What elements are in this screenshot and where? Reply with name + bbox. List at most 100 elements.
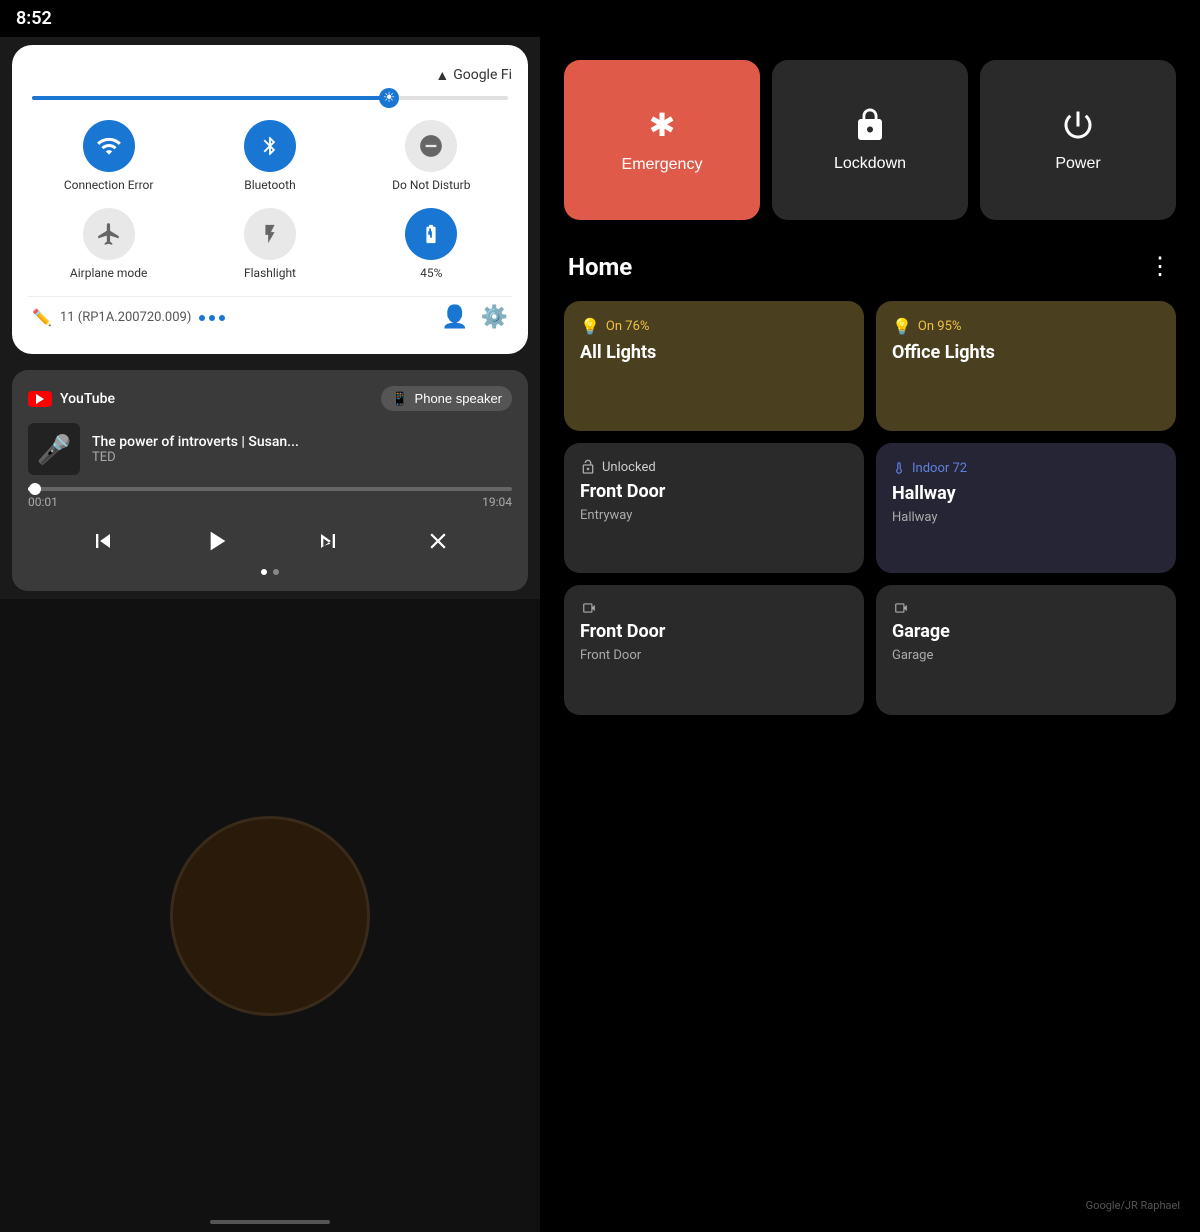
garage-cam-sub: Garage (892, 648, 1160, 663)
emergency-button[interactable]: ✱ Emergency (564, 60, 760, 220)
status-time: 8:52 (16, 8, 52, 29)
device-status-row-5 (580, 601, 848, 615)
flashlight-icon (244, 208, 296, 260)
power-label: Power (1055, 155, 1100, 173)
dot-1 (199, 315, 205, 321)
edit-icon[interactable]: ✏️ (32, 308, 52, 327)
speaker-button[interactable]: 📱 Phone speaker (381, 386, 512, 411)
time-row: 00:01 19:04 (28, 495, 512, 509)
carrier-row: Google Fi (28, 65, 512, 84)
home-title: Home (568, 253, 632, 281)
tile-wifi[interactable]: Connection Error (64, 120, 154, 192)
play-button[interactable] (200, 525, 232, 557)
brightness-fill (32, 96, 389, 100)
close-media-button[interactable] (425, 528, 451, 554)
tile-airplane-label: Airplane mode (70, 266, 147, 280)
power-icon (1060, 107, 1096, 143)
brightness-row[interactable] (28, 96, 512, 100)
more-options-button[interactable]: ⋮ (1148, 252, 1172, 281)
version-row: ✏️ 11 (RP1A.200720.009) 👤 ⚙️ (28, 296, 512, 338)
device-card-hallway-temp[interactable]: Indoor 72 Hallway Hallway (876, 443, 1176, 573)
front-door-cam-sub: Front Door (580, 648, 848, 663)
battery-icon (405, 208, 457, 260)
media-title: The power of introverts | Susan... (92, 434, 512, 450)
device-status-row-2: 💡 On 95% (892, 317, 1160, 336)
media-thumbnail: 🎤 (28, 423, 80, 475)
lockdown-button[interactable]: Lockdown (772, 60, 968, 220)
hallway-name: Hallway (892, 483, 1160, 504)
media-header: YouTube 📱 Phone speaker (28, 386, 512, 411)
dot-3 (219, 315, 225, 321)
controls-row (28, 525, 512, 557)
media-app-name: YouTube (60, 391, 115, 407)
device-card-garage-cam[interactable]: Garage Garage (876, 585, 1176, 715)
tile-bluetooth[interactable]: Bluetooth (225, 120, 315, 192)
tile-wifi-label: Connection Error (64, 178, 154, 192)
hallway-sub: Hallway (892, 510, 1160, 525)
power-button[interactable]: Power (980, 60, 1176, 220)
device-status-row: 💡 On 76% (580, 317, 848, 336)
brightness-thumb (379, 88, 399, 108)
lock-unlocked-icon (580, 459, 596, 475)
progress-track[interactable] (28, 487, 512, 491)
device-status-row-6 (892, 601, 1160, 615)
tile-bluetooth-label: Bluetooth (244, 178, 295, 192)
hallway-temp-status: Indoor 72 (912, 461, 967, 476)
device-card-all-lights[interactable]: 💡 On 76% All Lights (564, 301, 864, 431)
progress-row: 00:01 19:04 (28, 487, 512, 509)
home-section: Home ⋮ 💡 On 76% All Lights 💡 On 95% Offi… (564, 252, 1176, 1208)
media-info: The power of introverts | Susan... TED (92, 434, 512, 465)
all-lights-name: All Lights (580, 342, 848, 363)
quick-tiles-row-2: Airplane mode Flashlight 45% (28, 208, 512, 280)
youtube-icon (28, 391, 52, 407)
front-door-lock-name: Front Door (580, 481, 848, 502)
home-header: Home ⋮ (564, 252, 1176, 281)
light-icon-2: 💡 (892, 317, 912, 336)
quick-settings-panel: Google Fi Connection Error (12, 45, 528, 354)
office-lights-name: Office Lights (892, 342, 1160, 363)
left-panel: 8:52 Google Fi Connection Error (0, 0, 540, 1232)
emergency-icon: ✱ (649, 106, 676, 144)
total-time: 19:04 (482, 495, 512, 509)
all-lights-status: On 76% (606, 319, 649, 334)
tile-airplane[interactable]: Airplane mode (64, 208, 154, 280)
skip-forward-button[interactable] (314, 527, 342, 555)
media-dot-2 (273, 569, 279, 575)
tile-battery-label: 45% (420, 266, 442, 280)
tile-flashlight-label: Flashlight (244, 266, 296, 280)
lockdown-label: Lockdown (834, 155, 906, 173)
media-card: YouTube 📱 Phone speaker 🎤 The power of i… (12, 370, 528, 591)
thermometer-icon (892, 459, 906, 477)
home-indicator[interactable] (210, 1220, 330, 1224)
garage-cam-name: Garage (892, 621, 1160, 642)
media-artist: TED (92, 450, 512, 465)
dnd-icon (405, 120, 457, 172)
media-content: 🎤 The power of introverts | Susan... TED (28, 423, 512, 475)
phone-speaker-icon: 📱 (391, 390, 408, 407)
decorative-circle (170, 816, 370, 1016)
power-buttons: ✱ Emergency Lockdown Power (564, 60, 1176, 220)
media-dot-1 (261, 569, 267, 575)
skip-back-button[interactable] (89, 527, 117, 555)
media-app: YouTube (28, 391, 115, 407)
device-card-front-door-cam[interactable]: Front Door Front Door (564, 585, 864, 715)
media-page-dots (28, 569, 512, 575)
device-status-row-4: Indoor 72 (892, 459, 1160, 477)
speaker-btn-label: Phone speaker (415, 391, 502, 406)
device-card-office-lights[interactable]: 💡 On 95% Office Lights (876, 301, 1176, 431)
front-door-lock-status: Unlocked (602, 460, 656, 475)
device-status-row-3: Unlocked (580, 459, 848, 475)
device-card-front-door-lock[interactable]: Unlocked Front Door Entryway (564, 443, 864, 573)
brightness-track[interactable] (32, 96, 508, 100)
bottom-area (0, 599, 540, 1232)
user-icon[interactable]: 👤 (441, 305, 468, 330)
front-door-cam-name: Front Door (580, 621, 848, 642)
version-dots (199, 315, 225, 321)
tile-battery[interactable]: 45% (386, 208, 476, 280)
camera-icon-1 (580, 601, 598, 615)
tile-dnd[interactable]: Do Not Disturb (386, 120, 476, 192)
lockdown-icon (852, 107, 888, 143)
progress-thumb (29, 483, 41, 495)
settings-icon[interactable]: ⚙️ (481, 305, 508, 330)
tile-flashlight[interactable]: Flashlight (225, 208, 315, 280)
